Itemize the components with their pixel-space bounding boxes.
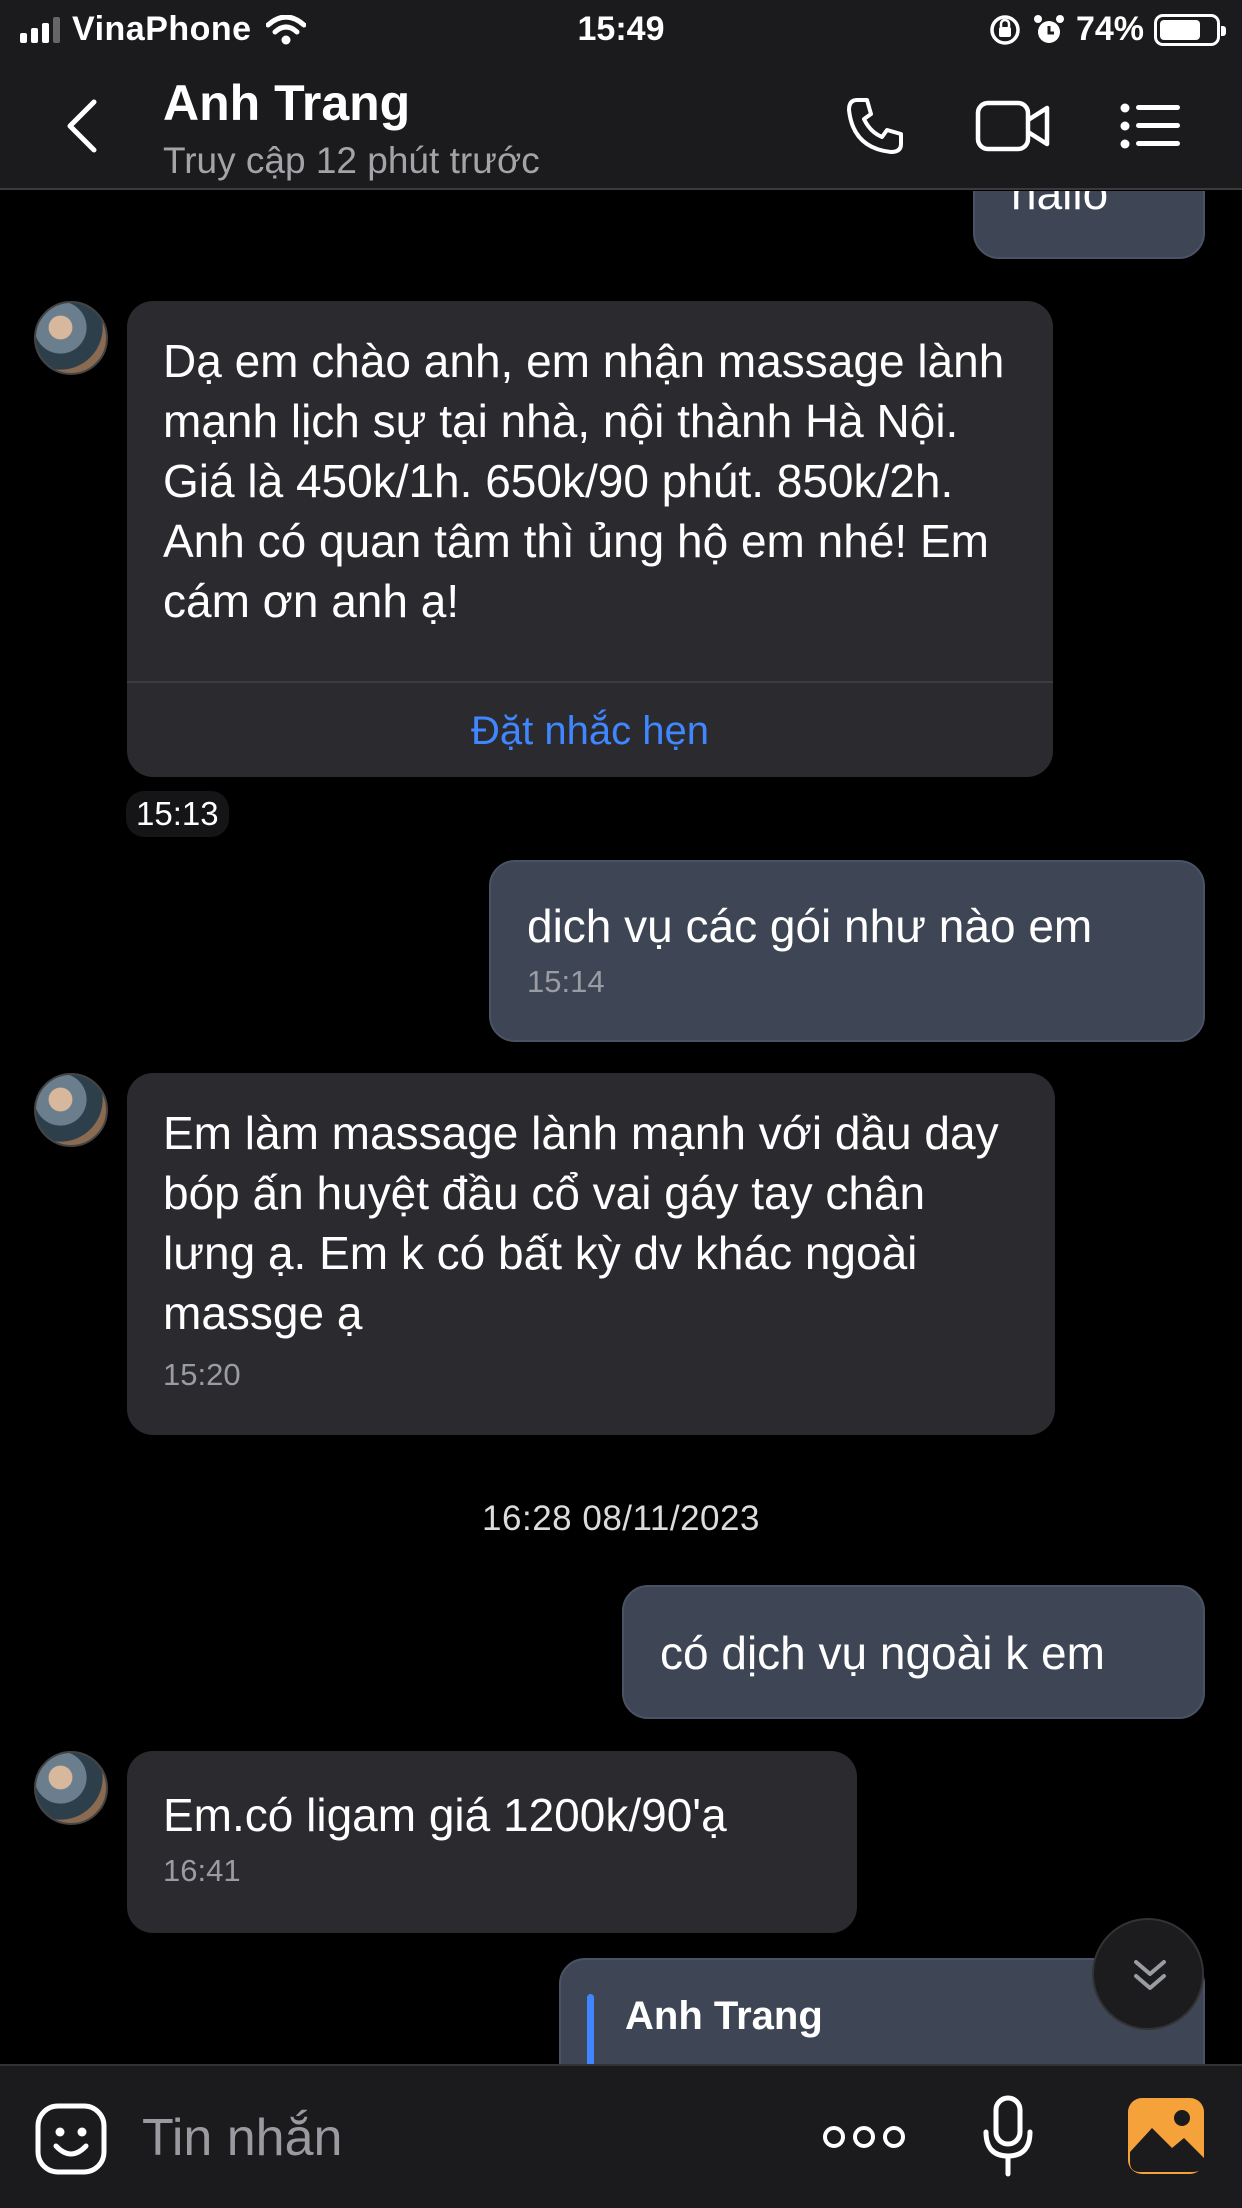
incoming-message[interactable]: Em làm massage lành mạnh với dầu day bóp… — [127, 1073, 1055, 1435]
message-text: Em.có ligam giá 1200k/90'ạ — [163, 1789, 727, 1841]
message-timestamp: 15:14 — [527, 964, 605, 999]
message-text: có dịch vụ ngoài k em — [660, 1627, 1105, 1679]
quoted-sender-name: Anh Trang — [625, 1994, 823, 2038]
quote-bar — [587, 1994, 594, 2064]
chat-header: Anh Trang Truy cập 12 phút trước — [0, 64, 1242, 190]
video-call-icon[interactable] — [975, 98, 1051, 154]
orientation-lock-icon — [990, 14, 1020, 45]
status-bar: VinaPhone 15:49 74% — [0, 0, 1242, 64]
contact-avatar[interactable] — [34, 1751, 108, 1825]
contact-avatar[interactable] — [34, 1073, 108, 1147]
battery-icon — [1154, 13, 1226, 46]
incoming-message[interactable]: Dạ em chào anh, em nhận massage lành mạn… — [127, 301, 1053, 777]
message-timestamp: 16:41 — [163, 1853, 241, 1888]
set-reminder-button[interactable]: Đặt nhắc hẹn — [127, 681, 1053, 777]
message-text: hallo — [1011, 191, 1109, 219]
incoming-message[interactable]: Em.có ligam giá 1200k/90'ạ 16:41 — [127, 1751, 857, 1933]
gallery-image-icon[interactable] — [1126, 2096, 1206, 2176]
microphone-icon[interactable] — [982, 2094, 1034, 2178]
sticker-icon[interactable] — [34, 2102, 108, 2176]
alarm-icon — [1033, 14, 1064, 43]
message-text: dich vụ các gói như nào em — [527, 900, 1093, 952]
outgoing-message[interactable]: dich vụ các gói như nào em 15:14 — [489, 860, 1205, 1042]
phone-call-icon[interactable] — [843, 94, 907, 158]
scroll-to-bottom-button[interactable] — [1092, 1918, 1204, 2030]
outgoing-message[interactable]: hallo — [973, 191, 1205, 259]
outgoing-message[interactable]: có dịch vụ ngoài k em — [622, 1585, 1205, 1719]
contact-name[interactable]: Anh Trang — [163, 74, 410, 132]
last-seen-status: Truy cập 12 phút trước — [163, 140, 540, 181]
date-separator: 16:28 08/11/2023 — [482, 1499, 760, 1538]
message-text: Em làm massage lành mạnh với dầu day bóp… — [163, 1107, 999, 1339]
back-chevron-icon[interactable] — [64, 98, 100, 154]
message-text: Dạ em chào anh, em nhận massage lành mạn… — [163, 335, 1005, 627]
message-input[interactable]: Tin nhắn — [142, 2108, 342, 2168]
contact-avatar[interactable] — [34, 301, 108, 375]
message-timestamp: 15:20 — [163, 1357, 241, 1392]
double-chevron-down-icon — [1134, 1960, 1166, 1990]
message-input-bar: Tin nhắn — [0, 2064, 1242, 2208]
battery-percent: 74% — [1075, 10, 1144, 48]
menu-list-icon[interactable] — [1120, 102, 1182, 150]
message-list[interactable]: hallo Dạ em chào anh, em nhận massage là… — [0, 191, 1242, 2064]
message-timestamp: 15:13 — [126, 791, 229, 837]
more-dots-icon[interactable] — [822, 2122, 906, 2152]
